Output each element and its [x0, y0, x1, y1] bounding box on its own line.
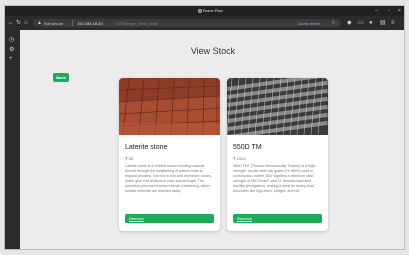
shield-icon[interactable]: ◆ — [347, 20, 352, 26]
window-title: Brave-Plan — [203, 8, 223, 13]
minimize-icon[interactable]: – — [375, 6, 378, 16]
url-host: 192.168.18.20 — [77, 20, 103, 26]
profile-avatar-icon[interactable]: ● — [369, 20, 373, 26]
back-button[interactable]: Back — [53, 73, 69, 82]
browser-window: Brave-Plan – ▫ × ← ↻ ⌂ ▲ Not secure 192.… — [4, 5, 405, 250]
reload-icon[interactable]: ↻ — [16, 20, 21, 26]
menu-icon[interactable]: ≡ — [391, 20, 395, 26]
guest-mode-label[interactable]: Guest mode — [298, 21, 320, 26]
laterite-stone-image — [119, 78, 220, 135]
back-arrow-icon[interactable]: ← — [8, 20, 14, 26]
address-divider — [72, 20, 73, 26]
page-title: View Stock — [190, 46, 236, 56]
maximize-icon[interactable]: ▫ — [388, 6, 390, 16]
product-description: Laterite stone is a reddish-brown buildi… — [125, 164, 212, 193]
product-card: Laterite stone ₹ 32 Laterite stone is a … — [119, 78, 220, 231]
product-name: 550D TM — [233, 144, 262, 151]
steel-bars-image — [227, 78, 328, 135]
add-icon[interactable]: + — [9, 56, 13, 62]
wallet-icon[interactable]: ▭ — [358, 20, 364, 26]
settings-icon[interactable]: ⚙ — [9, 46, 14, 53]
title-bar: Brave-Plan – ▫ × — [5, 6, 404, 16]
remove-button[interactable]: Remove — [233, 214, 322, 223]
product-name: Laterite stone — [125, 144, 168, 151]
product-description: 550D TMT (Thermo Mechanically Treated) i… — [233, 164, 317, 193]
product-card: 550D TM ₹ 1024 550D TMT (Thermo Mechanic… — [227, 78, 328, 231]
browser-toolbar: ← ↻ ⌂ ▲ Not secure 192.168.18.20 /STB/bu… — [5, 16, 404, 30]
bookmark-star-icon[interactable]: ☆ — [331, 20, 335, 26]
address-bar[interactable]: ▲ Not secure 192.168.18.20 /STB/buyer_vi… — [33, 19, 341, 27]
close-icon[interactable]: × — [398, 6, 401, 16]
product-price: ₹ 1024 — [233, 156, 246, 161]
history-icon[interactable]: ◷ — [9, 36, 14, 43]
remove-button[interactable]: Remove — [125, 214, 214, 223]
url-path: /STB/buyer_view_stock — [116, 20, 158, 26]
browser-sidebar: ◷ ⚙ + — [5, 30, 20, 249]
browser-logo-icon — [198, 9, 202, 13]
security-label[interactable]: Not secure — [44, 21, 63, 26]
extensions-icon[interactable]: ▤ — [380, 20, 386, 26]
warning-icon: ▲ — [37, 20, 42, 26]
product-price: ₹ 32 — [125, 156, 134, 161]
page-content: View Stock Back Laterite stone ₹ 32 Late… — [20, 30, 404, 249]
home-icon[interactable]: ⌂ — [24, 20, 28, 26]
